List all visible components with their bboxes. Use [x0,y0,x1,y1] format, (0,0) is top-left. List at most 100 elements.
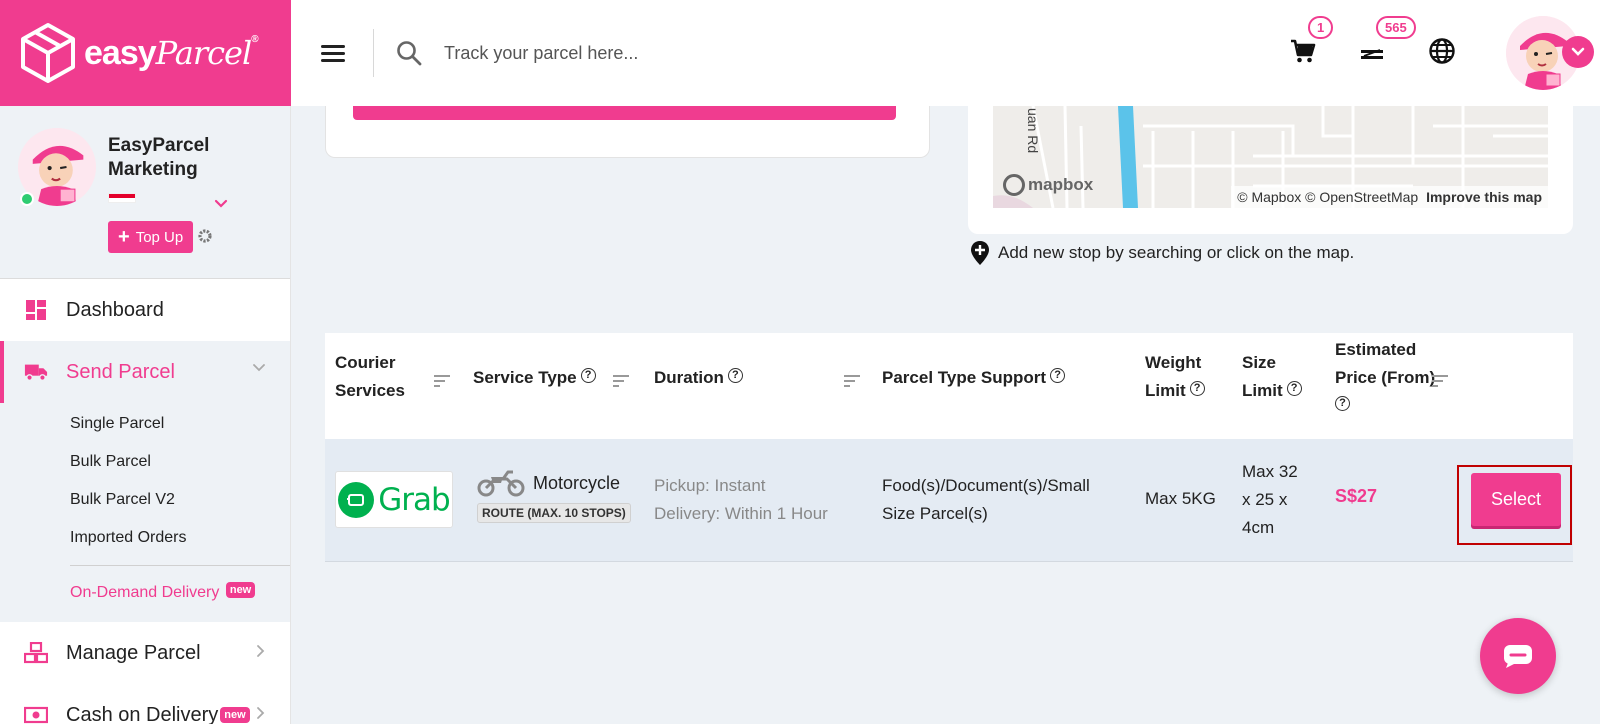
truck-icon [24,360,48,384]
credit-icon [1361,48,1383,59]
weight-limit-cell: Max 5KG [1145,489,1216,508]
profile-name: EasyParcel Marketing [108,135,210,180]
credit-count-badge: 565 [1376,15,1416,39]
chevron-right-icon [257,707,265,719]
settings-button[interactable] [197,228,213,249]
duration-cell: Pickup: Instant Delivery: Within 1 Hour [654,476,828,523]
cart-count-badge: 1 [1308,15,1334,39]
chat-button[interactable] [1480,618,1556,694]
submit-button[interactable] [353,106,896,120]
map-attribution: © Mapbox © OpenStreetMap Improve this ma… [1231,186,1548,208]
table-row[interactable]: Grab Motorcycle ROUTE (MAX. 10 STOPS) Pi… [325,439,1573,562]
nav-send-parcel-label: Send Parcel [66,360,175,383]
sort-icon[interactable] [1432,372,1448,390]
globe-icon [1429,37,1455,64]
chevron-right-icon [257,645,265,657]
divider [373,29,374,77]
subnav-bulk-parcel-v2[interactable]: Bulk Parcel V2 [0,481,290,519]
mapbox-logo[interactable]: mapbox [1003,174,1093,196]
top-bar: 1 565 [291,0,1600,106]
location-pin-icon [971,241,989,265]
col-service-type: Service Type? [473,364,596,392]
online-status-dot [20,192,34,206]
nav-cash-on-delivery[interactable]: Cash on Delivery new [0,684,290,724]
help-icon[interactable]: ? [1189,381,1205,396]
road-label: uan Rd [1025,108,1041,154]
chat-icon [1504,645,1532,668]
subnav-imported-orders[interactable]: Imported Orders [0,519,290,557]
track-parcel-input[interactable] [444,42,964,64]
chevron-down-icon [1571,47,1585,56]
subnav-on-demand-delivery[interactable]: On-Demand Delivery new [0,574,290,612]
add-stop-hint: Add new stop by searching or click on th… [970,240,1354,266]
nav-manage-parcel[interactable]: Manage Parcel [0,622,290,684]
motorcycle-icon [477,470,525,497]
parcel-box-icon [21,23,75,83]
divider [70,565,290,566]
sort-icon[interactable] [434,372,450,390]
singapore-flag-icon [108,193,136,203]
cart-button[interactable]: 1 [1290,15,1334,69]
improve-map-link[interactable]: Improve this map [1426,189,1542,205]
col-size-limit: Size Limit? [1242,349,1302,405]
credit-button[interactable]: 565 [1358,15,1416,69]
select-highlight: Select [1457,465,1572,545]
chevron-down-icon [214,199,228,208]
chevron-down-icon [253,364,265,372]
nav-dashboard[interactable]: Dashboard [0,279,290,341]
col-estimated-price: Estimated Price (From)? [1335,340,1436,411]
search-icon[interactable] [396,40,422,66]
brand-name: easyParcel® [84,33,259,72]
parcel-type-cell: Food(s)/Document(s)/Small Size Parcel(s) [882,476,1090,523]
account-dropdown-button[interactable] [1562,36,1594,68]
new-badge: new [220,707,250,723]
cash-icon [24,703,48,724]
nav-cash-on-delivery-label: Cash on Delivery [66,703,219,724]
plus-icon: + [118,225,130,248]
courier-table: Courier Services Service Type? Duration? … [325,333,1573,562]
route-stops-tag: ROUTE (MAX. 10 STOPS) [477,503,631,523]
nav-manage-parcel-label: Manage Parcel [66,641,201,664]
help-icon[interactable]: ? [727,368,743,383]
help-icon[interactable]: ? [1335,396,1350,411]
sort-icon[interactable] [844,372,860,390]
search-bar [396,40,1248,66]
grab-express-icon [338,481,375,518]
brand-logo[interactable]: easyParcel® [0,0,291,106]
col-weight-limit: Weight Limit? [1145,349,1205,405]
sort-icon[interactable] [613,372,629,390]
top-up-button[interactable]: + Top Up [108,221,194,253]
nav-dashboard-label: Dashboard [66,298,164,321]
dashboard-icon [24,298,48,322]
subnav-bulk-parcel[interactable]: Bulk Parcel [0,443,290,481]
gear-icon [198,229,212,243]
map-card: uan Rd mapbox © Mapbox © OpenStreetMap I… [968,106,1573,234]
subnav-single-parcel[interactable]: Single Parcel [0,405,290,443]
col-courier-services: Courier Services [335,353,405,400]
col-parcel-type-support: Parcel Type Support? [882,364,1066,392]
service-type-cell: Motorcycle ROUTE (MAX. 10 STOPS) [477,469,631,523]
select-courier-button[interactable]: Select [1471,473,1561,526]
nav-send-parcel[interactable]: Send Parcel [0,341,290,403]
grab-logo: Grab [335,471,453,528]
table-header: Courier Services Service Type? Duration? … [325,333,1573,439]
language-button[interactable] [1428,37,1456,70]
route-map[interactable]: uan Rd mapbox © Mapbox © OpenStreetMap I… [993,106,1548,208]
profile-expand-button[interactable] [214,196,228,214]
help-icon[interactable]: ? [1050,368,1066,383]
mapbox-icon [1003,174,1025,196]
send-parcel-submenu: Single Parcel Bulk Parcel Bulk Parcel V2… [0,403,290,622]
cart-icon [1291,39,1316,62]
boxes-icon [24,641,48,665]
help-icon[interactable]: ? [580,368,596,383]
menu-icon[interactable] [321,41,345,66]
help-icon[interactable]: ? [1286,381,1302,396]
form-card [325,106,930,158]
attribution-link[interactable]: © Mapbox © OpenStreetMap [1237,189,1418,205]
col-duration: Duration? [654,364,743,392]
profile-panel: EasyParcel Marketing + Top Up [0,106,290,279]
sidebar: EasyParcel Marketing +Top Up Dashboard [0,106,291,724]
new-badge: new [225,582,256,598]
size-limit-cell: Max 32 x 25 x 4cm [1242,462,1298,537]
estimated-price: S$27 [1335,486,1378,506]
